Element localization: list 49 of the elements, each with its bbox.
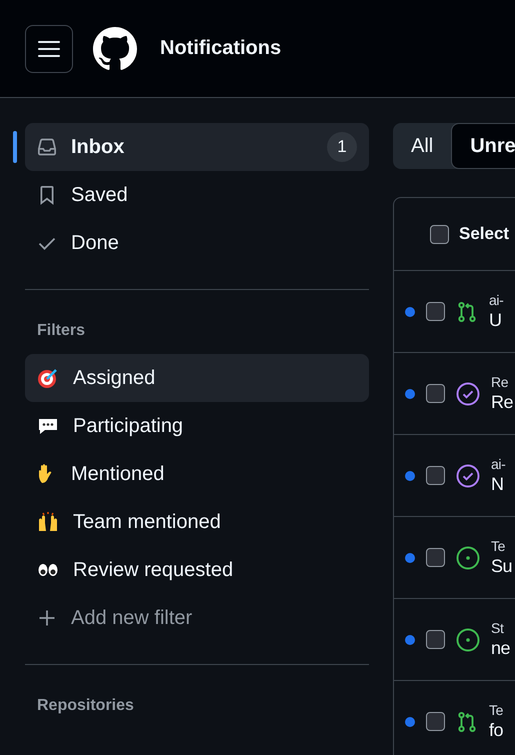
view-tab[interactable]: All — [393, 123, 452, 169]
section-heading: Repositories — [36, 696, 135, 716]
row-checkbox[interactable] — [426, 466, 445, 485]
select-all-checkbox[interactable] — [430, 224, 449, 244]
menu-icon — [38, 40, 60, 58]
issue-icon — [456, 546, 480, 570]
add-filter-link[interactable]: Add new filter — [25, 594, 369, 642]
notification-title[interactable]: ne — [491, 638, 510, 659]
menu-button[interactable] — [25, 24, 73, 72]
repository-name: Re — [491, 374, 510, 390]
issue-icon — [456, 628, 480, 652]
notification-title[interactable]: Re — [491, 392, 514, 413]
inbox-icon — [37, 137, 57, 157]
row-checkbox[interactable] — [426, 630, 445, 649]
notification-title[interactable]: fo — [489, 720, 504, 741]
repository-name: ai- — [491, 456, 506, 472]
filter-item[interactable]: Assigned — [25, 354, 369, 402]
sidebar-item[interactable]: Saved — [25, 171, 369, 219]
raised-hands-icon — [37, 511, 59, 533]
plus-icon — [37, 608, 57, 628]
row-checkbox[interactable] — [426, 548, 445, 567]
repository-name: St — [491, 620, 505, 636]
pull-request-icon — [456, 300, 478, 322]
filter-item[interactable]: Participating — [25, 402, 369, 450]
sidebar-item[interactable]: Inbox 1 — [25, 123, 369, 171]
row-checkbox[interactable] — [426, 712, 445, 731]
filter-item[interactable]: Review requested — [25, 546, 369, 594]
repository-name: Te — [489, 702, 504, 718]
notification-title[interactable]: N — [491, 474, 506, 495]
repository-name: ai- — [489, 292, 504, 308]
repository-name: Te — [491, 538, 506, 554]
sidebar-item[interactable]: Done — [25, 219, 369, 267]
notification-title[interactable]: U — [489, 310, 504, 331]
check-circle-icon — [456, 464, 480, 488]
notification-title[interactable]: Su — [491, 556, 512, 577]
page-title: Notifications — [160, 37, 282, 60]
row-checkbox[interactable] — [426, 384, 445, 403]
check-circle-icon — [456, 382, 480, 406]
select-label: Select — [459, 224, 510, 244]
section-heading: Filters — [36, 321, 86, 341]
filter-item[interactable]: Team mentioned — [25, 498, 369, 546]
cat-logo-icon[interactable] — [93, 26, 137, 70]
filter-item[interactable]: Mentioned — [25, 450, 369, 498]
target-icon — [37, 367, 59, 389]
unread-count: 1 — [327, 132, 357, 162]
view-tab[interactable]: Unre — [451, 123, 515, 169]
row-checkbox[interactable] — [426, 302, 445, 321]
pull-request-icon — [456, 710, 478, 732]
active-indicator — [13, 131, 17, 163]
